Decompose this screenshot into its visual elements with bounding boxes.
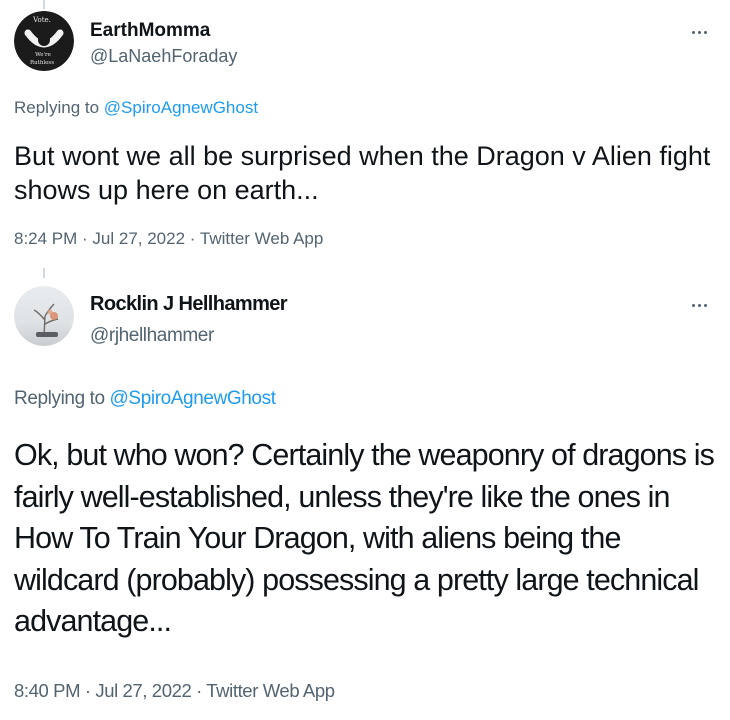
separator: ·	[77, 229, 93, 248]
thread-line	[43, 0, 45, 9]
tweet-source[interactable]: Twitter Web App	[200, 229, 323, 248]
tweet-date[interactable]: Jul 27, 2022	[92, 229, 185, 248]
replying-to: Replying to @SpiroAgnewGhost	[14, 388, 276, 410]
separator: ·	[185, 229, 200, 248]
user-handle[interactable]: @LaNaehForaday	[90, 46, 237, 67]
tweet[interactable]: Rocklin J Hellhammer @rjhellhammer Reply…	[0, 262, 730, 720]
more-options-button[interactable]	[682, 20, 716, 44]
user-handle[interactable]: @rjhellhammer	[90, 325, 214, 347]
replying-to-mention[interactable]: @SpiroAgnewGhost	[110, 388, 276, 409]
avatar[interactable]	[14, 286, 74, 346]
tweet-source[interactable]: Twitter Web App	[206, 680, 335, 701]
tweet-timestamp: 8:24 PM · Jul 27, 2022 · Twitter Web App	[14, 229, 323, 249]
separator: ·	[191, 680, 207, 701]
avatar-caption-top: Vote.	[32, 16, 51, 24]
more-horizontal-icon	[697, 30, 701, 34]
more-horizontal-icon	[703, 30, 707, 34]
avatar[interactable]: Vote. We're Ruthless	[14, 11, 74, 71]
tweet-text: But wont we all be surprised when the Dr…	[14, 141, 711, 205]
display-name[interactable]: Rocklin J Hellhammer	[90, 293, 288, 316]
more-horizontal-icon	[697, 303, 701, 307]
separator: ·	[80, 680, 96, 701]
tweet-timestamp: 8:40 PM · Jul 27, 2022 · Twitter Web App	[14, 680, 335, 702]
avatar-image	[14, 286, 74, 346]
tweet-time[interactable]: 8:40 PM	[14, 680, 81, 701]
replying-to-label: Replying to	[14, 98, 104, 117]
avatar-caption-middle: We're	[35, 52, 51, 58]
tweet-time[interactable]: 8:24 PM	[14, 229, 77, 248]
thread-line	[43, 268, 45, 278]
more-horizontal-icon	[703, 303, 707, 307]
avatar-image: Vote. We're Ruthless	[14, 11, 74, 71]
avatar-caption-bottom: Ruthless	[30, 60, 54, 66]
replying-to: Replying to @SpiroAgnewGhost	[14, 98, 258, 118]
more-horizontal-icon	[691, 30, 695, 34]
tweet-text: Ok, but who won? Certainly the weaponry …	[14, 438, 715, 638]
more-options-button[interactable]	[682, 293, 716, 317]
tweet[interactable]: Vote. We're Ruthless EarthMomma @LaNaehF…	[0, 0, 730, 262]
more-horizontal-icon	[691, 303, 695, 307]
tweet-date[interactable]: Jul 27, 2022	[95, 680, 191, 701]
replying-to-mention[interactable]: @SpiroAgnewGhost	[104, 98, 258, 117]
display-name[interactable]: EarthMomma	[90, 20, 210, 42]
replying-to-label: Replying to	[14, 388, 110, 409]
